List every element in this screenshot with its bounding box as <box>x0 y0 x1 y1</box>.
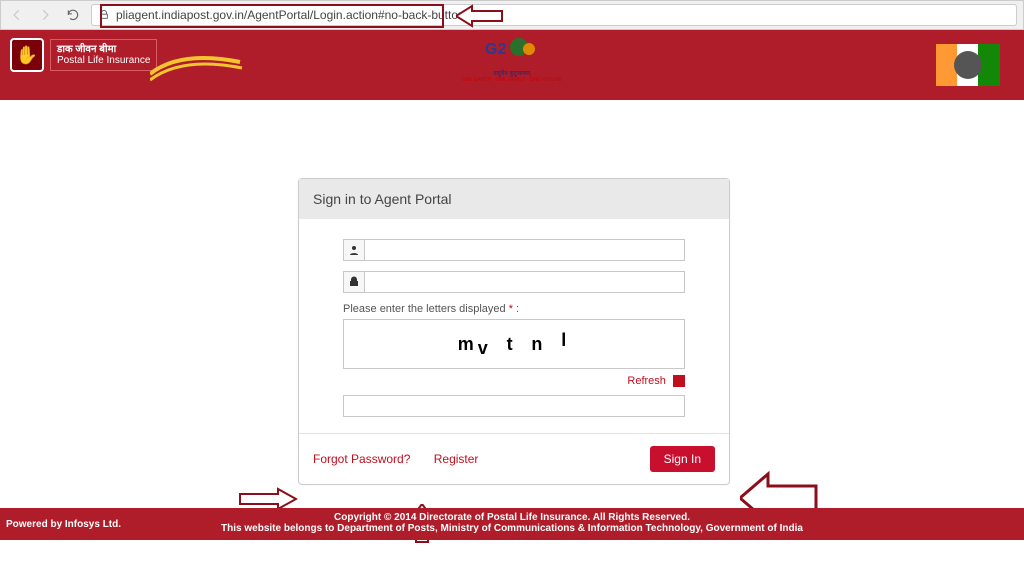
password-input[interactable] <box>365 271 685 293</box>
pli-logo: ✋ डाक जीवन बीमा Postal Life Insurance <box>10 38 157 72</box>
g20-logo: G2 वसुधैव कुटुम्बकम् ONE EARTH · ONE FAM… <box>462 36 562 83</box>
footer-copyright: Copyright © 2014 Directorate of Postal L… <box>0 512 1024 523</box>
address-bar[interactable]: pliagent.indiapost.gov.in/AgentPortal/Lo… <box>91 4 1017 26</box>
username-input[interactable] <box>365 239 685 261</box>
footer-ownership: This website belongs to Department of Po… <box>0 523 1024 534</box>
lock-icon <box>98 9 110 21</box>
footer: Powered by Infosys Ltd. Copyright © 2014… <box>0 508 1024 540</box>
login-card: Sign in to Agent Portal Please enter the… <box>298 178 730 485</box>
brand-name-en: Postal Life Insurance <box>57 55 150 66</box>
forward-button[interactable] <box>35 5 55 25</box>
back-button[interactable] <box>7 5 27 25</box>
ashoka-icon <box>954 51 982 79</box>
refresh-icon <box>673 375 685 387</box>
forgot-password-link[interactable]: Forgot Password? <box>313 452 410 466</box>
page-body: Sign in to Agent Portal Please enter the… <box>0 100 1024 540</box>
svg-text:G2: G2 <box>485 41 506 58</box>
reload-button[interactable] <box>63 5 83 25</box>
password-lock-icon <box>343 271 365 293</box>
browser-toolbar: pliagent.indiapost.gov.in/AgentPortal/Lo… <box>0 0 1024 30</box>
footer-powered: Powered by Infosys Ltd. <box>6 519 121 530</box>
url-text: pliagent.indiapost.gov.in/AgentPortal/Lo… <box>116 8 465 22</box>
captcha-image: m v t n l <box>343 319 685 369</box>
captcha-label: Please enter the letters displayed * : <box>343 303 685 315</box>
brand-name-hi: डाक जीवन बीमा <box>57 44 150 55</box>
login-title: Sign in to Agent Portal <box>299 179 729 219</box>
register-link[interactable]: Register <box>434 452 479 466</box>
swoosh-icon <box>150 44 250 88</box>
captcha-input[interactable] <box>343 395 685 417</box>
user-icon <box>343 239 365 261</box>
hand-icon: ✋ <box>10 38 44 72</box>
refresh-captcha-link[interactable]: Refresh <box>627 375 666 387</box>
national-emblem <box>936 44 1000 86</box>
signin-button[interactable]: Sign In <box>650 446 715 472</box>
brand-header: ✋ डाक जीवन बीमा Postal Life Insurance G2… <box>0 30 1024 100</box>
